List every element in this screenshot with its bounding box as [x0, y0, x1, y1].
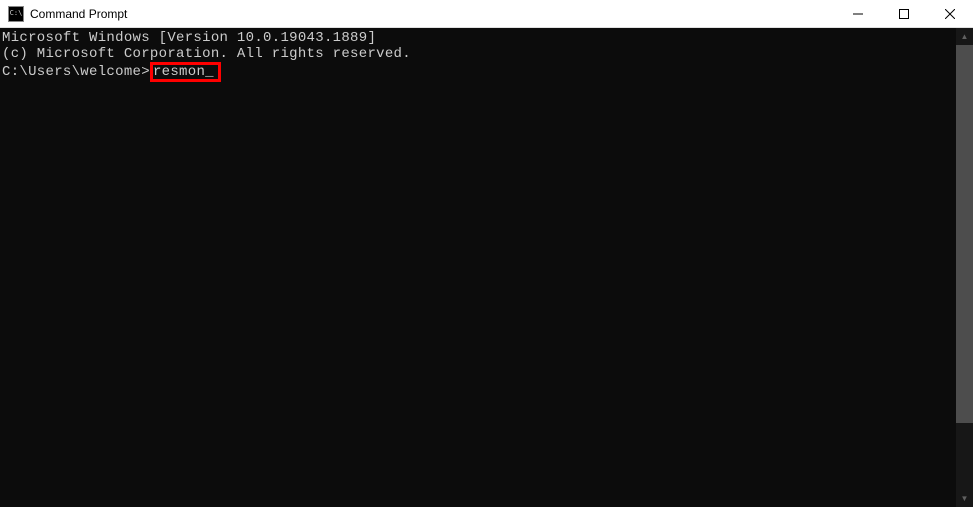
prompt-line: C:\Users\welcome>resmon_ — [2, 62, 956, 82]
close-icon — [945, 9, 955, 19]
window-title: Command Prompt — [30, 7, 127, 21]
cursor-char: _ — [205, 64, 214, 80]
minimize-button[interactable] — [835, 0, 881, 27]
command-prompt-window: C:\ Command Prompt — [0, 0, 973, 507]
scroll-thumb[interactable] — [956, 45, 973, 423]
maximize-button[interactable] — [881, 0, 927, 27]
cmd-icon-text: C:\ — [10, 10, 23, 17]
maximize-icon — [899, 9, 909, 19]
cmd-icon: C:\ — [8, 6, 24, 22]
scroll-up-arrow-icon[interactable]: ▲ — [956, 28, 973, 45]
command-highlight: resmon_ — [150, 62, 221, 82]
scroll-down-arrow-icon[interactable]: ▼ — [956, 490, 973, 507]
typed-command: resmon — [153, 64, 205, 80]
title-bar[interactable]: C:\ Command Prompt — [0, 0, 973, 28]
window-controls — [835, 0, 973, 27]
prompt-path: C:\Users\welcome> — [2, 64, 150, 80]
minimize-icon — [853, 9, 863, 19]
title-left: C:\ Command Prompt — [8, 6, 127, 22]
vertical-scrollbar[interactable]: ▲ ▼ — [956, 28, 973, 507]
close-button[interactable] — [927, 0, 973, 27]
content-area: Microsoft Windows [Version 10.0.19043.18… — [0, 28, 973, 507]
scroll-track[interactable] — [956, 45, 973, 490]
output-line-1: Microsoft Windows [Version 10.0.19043.18… — [2, 30, 956, 46]
output-line-2: (c) Microsoft Corporation. All rights re… — [2, 46, 956, 62]
terminal[interactable]: Microsoft Windows [Version 10.0.19043.18… — [0, 28, 956, 507]
